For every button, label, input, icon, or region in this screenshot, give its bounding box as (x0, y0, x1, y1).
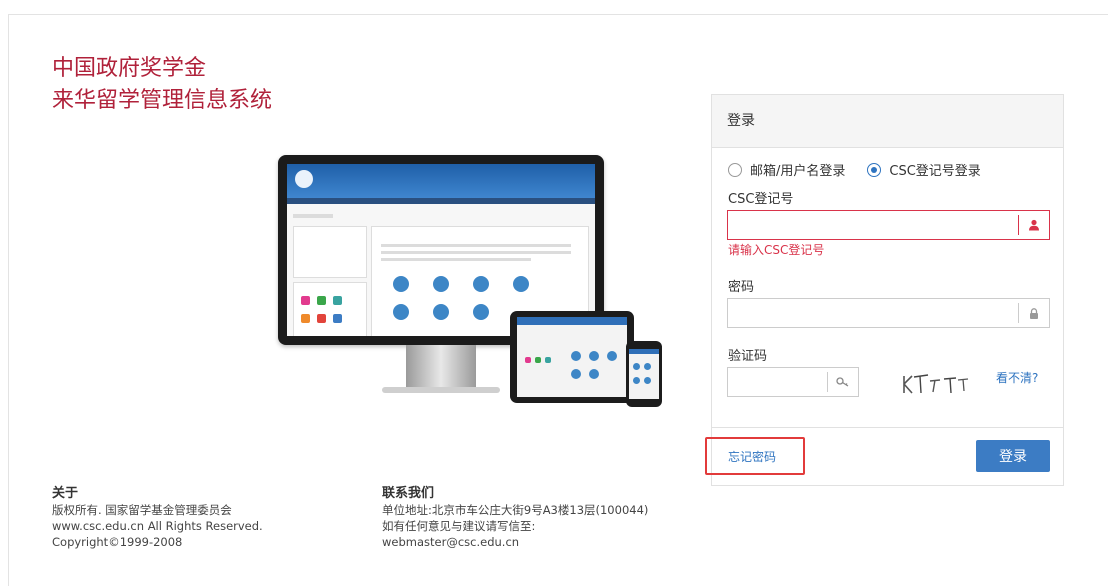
login-panel-header: 登录 (712, 95, 1063, 148)
forgot-password-highlight (705, 437, 805, 475)
devices-illustration (278, 155, 668, 410)
tablet-image (510, 311, 634, 403)
login-panel-title: 登录 (727, 113, 755, 129)
about-heading: 关于 (52, 486, 79, 501)
csc-number-input[interactable] (734, 216, 1018, 236)
captcha-image[interactable] (900, 373, 970, 395)
password-field[interactable] (727, 298, 1050, 328)
radio-csc-login-label[interactable]: CSC登记号登录 (889, 160, 980, 179)
about-line: 版权所有. 国家留学基金管理委员会 (52, 503, 232, 517)
csc-number-error: 请输入CSC登记号 (728, 243, 825, 257)
contact-line: 如有任何意见与建议请写信至: (382, 519, 536, 533)
radio-email-login-label[interactable]: 邮箱/用户名登录 (750, 160, 845, 179)
system-title-line2: 来华留学管理信息系统 (52, 88, 273, 113)
about-line: Copyright©1999-2008 (52, 535, 183, 549)
contact-heading: 联系我们 (382, 486, 435, 501)
user-icon (1018, 215, 1049, 235)
contact-line: 单位地址:北京市车公庄大街9号A3楼13层(100044) (382, 503, 649, 517)
contact-email[interactable]: webmaster@csc.edu.cn (382, 534, 519, 550)
lock-icon (1018, 303, 1049, 323)
radio-email-login[interactable] (728, 162, 742, 177)
key-icon (827, 372, 858, 392)
login-button[interactable]: 登录 (976, 440, 1050, 472)
login-panel: 登录 邮箱/用户名登录 CSC登记号登录 CSC登记号 请输入CSC登记号 密码… (711, 94, 1064, 486)
password-label: 密码 (728, 280, 755, 295)
captcha-field[interactable] (727, 367, 859, 397)
csc-number-label: CSC登记号 (728, 192, 794, 207)
phone-image (626, 341, 662, 407)
captcha-label: 验证码 (728, 349, 768, 364)
about-line: www.csc.edu.cn All Rights Reserved. (52, 519, 263, 533)
captcha-input[interactable] (734, 373, 828, 393)
password-input[interactable] (734, 304, 1018, 324)
radio-csc-login[interactable] (867, 162, 882, 177)
captcha-refresh-link[interactable]: 看不清? (996, 369, 1038, 386)
system-title-line1: 中国政府奖学金 (52, 56, 207, 81)
login-mode-radios: 邮箱/用户名登录 CSC登记号登录 (728, 160, 981, 179)
csc-number-field[interactable] (727, 210, 1050, 240)
panel-divider (712, 427, 1063, 428)
